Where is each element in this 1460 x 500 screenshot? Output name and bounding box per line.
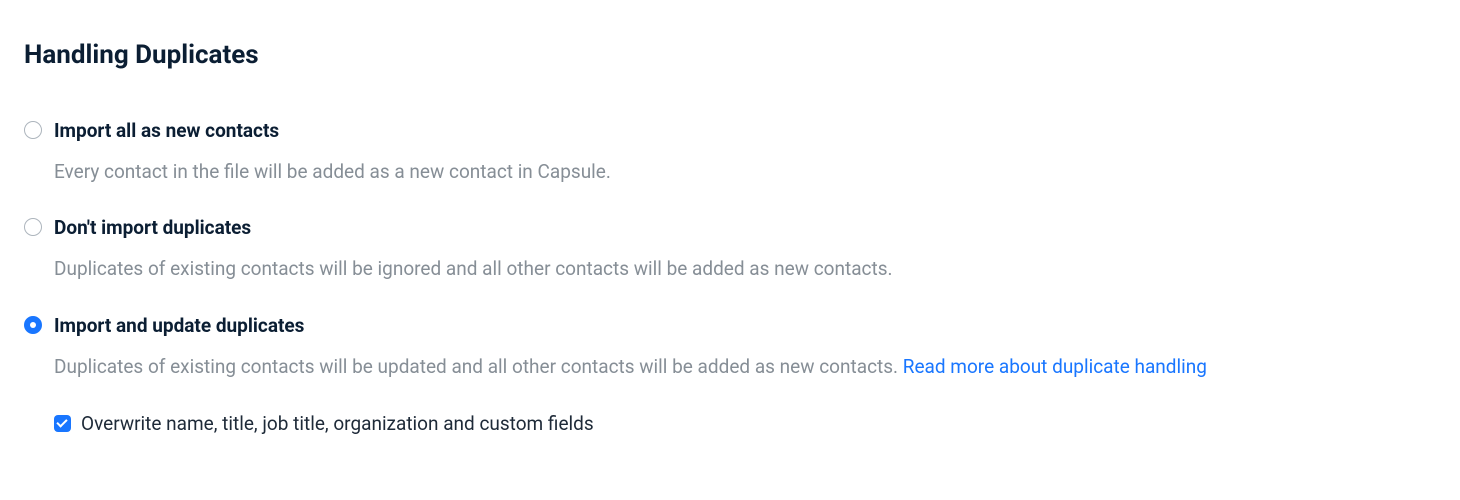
option-description: Duplicates of existing contacts will be … <box>54 256 1436 283</box>
option-import-all: Import all as new contacts Every contact… <box>24 120 1436 185</box>
radio-import-all[interactable] <box>24 121 42 139</box>
overwrite-checkbox[interactable] <box>54 415 71 432</box>
overwrite-checkbox-row: Overwrite name, title, job title, organi… <box>54 412 1436 435</box>
option-update-duplicates: Import and update duplicates Duplicates … <box>24 315 1436 435</box>
option-label: Don't import duplicates <box>54 217 251 240</box>
overwrite-checkbox-label: Overwrite name, title, job title, organi… <box>81 412 594 435</box>
option-label: Import and update duplicates <box>54 315 304 338</box>
option-label: Import all as new contacts <box>54 120 279 143</box>
radio-update-duplicates[interactable] <box>24 316 42 334</box>
option-description: Duplicates of existing contacts will be … <box>54 354 1436 381</box>
radio-skip-duplicates[interactable] <box>24 218 42 236</box>
option-description: Every contact in the file will be added … <box>54 159 1436 186</box>
option-skip-duplicates: Don't import duplicates Duplicates of ex… <box>24 217 1436 282</box>
read-more-link[interactable]: Read more about duplicate handling <box>903 355 1207 378</box>
section-heading: Handling Duplicates <box>24 40 1436 70</box>
